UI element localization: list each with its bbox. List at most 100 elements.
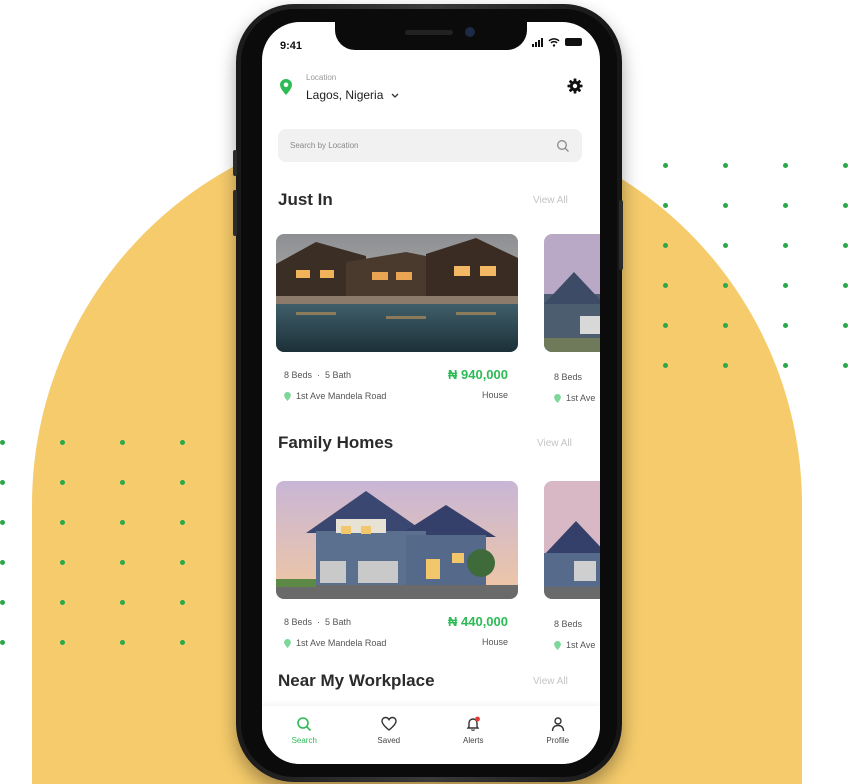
decorative-dot [843, 363, 848, 368]
wifi-icon [548, 38, 560, 47]
property-image-peek [544, 481, 600, 599]
property-meta: 8 Beds · 5 Bath ₦ 940,000 1st Ave Mandel… [276, 367, 518, 414]
decorative-dot [120, 440, 125, 445]
property-address: 1st Ave [554, 640, 595, 650]
heart-icon [381, 716, 397, 731]
phone-side-button [233, 190, 237, 236]
decorative-dot [180, 640, 185, 645]
nav-item-alerts[interactable]: Alerts [443, 716, 503, 764]
bottom-navigation: Search Saved Alerts Profile [262, 706, 600, 764]
nav-label-saved: Saved [377, 736, 401, 745]
property-address-text: 1st Ave Mandela Road [296, 391, 387, 401]
status-time: 9:41 [280, 40, 303, 52]
signal-icon [532, 37, 543, 47]
gear-icon[interactable] [566, 77, 584, 95]
section-title-family-homes: Family Homes [278, 433, 394, 452]
decorative-dot [180, 520, 185, 525]
decorative-dot [783, 163, 788, 168]
phone-side-button [619, 200, 623, 270]
decorative-dot [663, 163, 668, 168]
phone-notch [335, 22, 527, 50]
search-bar [278, 129, 582, 162]
decorative-dot [843, 203, 848, 208]
decorative-dot [723, 243, 728, 248]
nav-label-search: Search [291, 736, 317, 745]
decorative-dot [843, 283, 848, 288]
section-title-just-in: Just In [278, 190, 333, 209]
nav-item-profile[interactable]: Profile [528, 716, 588, 764]
property-image-peek [544, 234, 600, 352]
speaker-grille [405, 30, 453, 35]
bell-icon [466, 716, 481, 731]
decorative-dot [0, 640, 5, 645]
location-value: Lagos, Nigeria [306, 88, 384, 102]
property-beds-baths: 8 Beds · 5 Bath [284, 370, 352, 380]
decorative-dot [723, 163, 728, 168]
property-beds: 8 Beds [284, 370, 313, 380]
decorative-dot [663, 283, 668, 288]
property-address: 1st Ave Mandela Road [284, 638, 386, 648]
nav-item-search[interactable]: Search [274, 716, 334, 764]
front-camera [465, 27, 475, 37]
property-type: House [481, 637, 508, 647]
decorative-dot [120, 480, 125, 485]
property-card-peek[interactable]: 8 Beds 1st Ave [544, 481, 600, 650]
decorative-dot [60, 440, 65, 445]
decorative-dot [663, 363, 668, 368]
nav-label-alerts: Alerts [463, 736, 484, 745]
decorative-dot [0, 440, 5, 445]
nav-item-saved[interactable]: Saved [359, 716, 419, 764]
property-beds: 8 Beds [284, 617, 313, 627]
decorative-dot [723, 363, 728, 368]
view-all-family-homes-link[interactable]: View All [537, 438, 572, 449]
status-icons [532, 37, 582, 47]
app-screen: 9:41 Location Lagos, Nigeria Search by L… [262, 22, 600, 764]
property-beds: 8 Beds [554, 619, 583, 629]
decorative-dot [180, 560, 185, 565]
location-pin-icon [554, 393, 561, 403]
property-price: ₦ 940,000 [448, 367, 508, 382]
battery-icon [565, 38, 582, 46]
section-title-near-my-workplace: Near My Workplace [278, 671, 435, 690]
user-icon [551, 717, 564, 732]
decorative-dot [0, 560, 5, 565]
location-pin-icon [284, 638, 291, 648]
property-baths: 5 Bath [325, 370, 352, 380]
decorative-dot [783, 203, 788, 208]
decorative-dot [843, 243, 848, 248]
search-input[interactable] [290, 141, 556, 150]
decorative-dot [723, 283, 728, 288]
location-selector[interactable]: Lagos, Nigeria [306, 88, 399, 102]
dot-pattern-right [663, 163, 848, 368]
property-card[interactable]: 8 Beds · 5 Bath ₦ 940,000 1st Ave Mandel… [276, 234, 518, 414]
decorative-dot [120, 560, 125, 565]
decorative-dot [180, 600, 185, 605]
decorative-dot [180, 440, 185, 445]
location-pin-icon [554, 640, 561, 650]
property-card[interactable]: 8 Beds · 5 Bath ₦ 440,000 1st Ave Mandel… [276, 481, 518, 661]
decorative-dot [60, 640, 65, 645]
decorative-dot [60, 560, 65, 565]
view-all-just-in-link[interactable]: View All [533, 195, 568, 206]
property-price: ₦ 440,000 [448, 614, 508, 629]
property-baths: 5 Bath [325, 617, 352, 627]
location-pin-icon [280, 79, 292, 95]
property-beds: 8 Beds [554, 372, 583, 382]
search-icon[interactable] [556, 139, 570, 153]
view-all-near-my-workplace-link[interactable]: View All [533, 676, 568, 687]
decorative-dot [180, 480, 185, 485]
property-meta: 8 Beds · 5 Bath ₦ 440,000 1st Ave Mandel… [276, 614, 518, 661]
location-label: Location [306, 73, 337, 82]
decorative-dot [783, 283, 788, 288]
decorative-dot [843, 163, 848, 168]
nav-label-profile: Profile [546, 736, 570, 745]
decorative-dot [783, 323, 788, 328]
phone-side-button [233, 150, 237, 176]
chevron-down-icon [391, 93, 399, 98]
property-address-text: 1st Ave [566, 393, 596, 403]
decorative-dot [0, 480, 5, 485]
property-address: 1st Ave Mandela Road [284, 391, 386, 401]
decorative-dot [663, 203, 668, 208]
decorative-dot [120, 640, 125, 645]
property-card-peek[interactable]: 8 Beds 1st Ave [544, 234, 600, 403]
